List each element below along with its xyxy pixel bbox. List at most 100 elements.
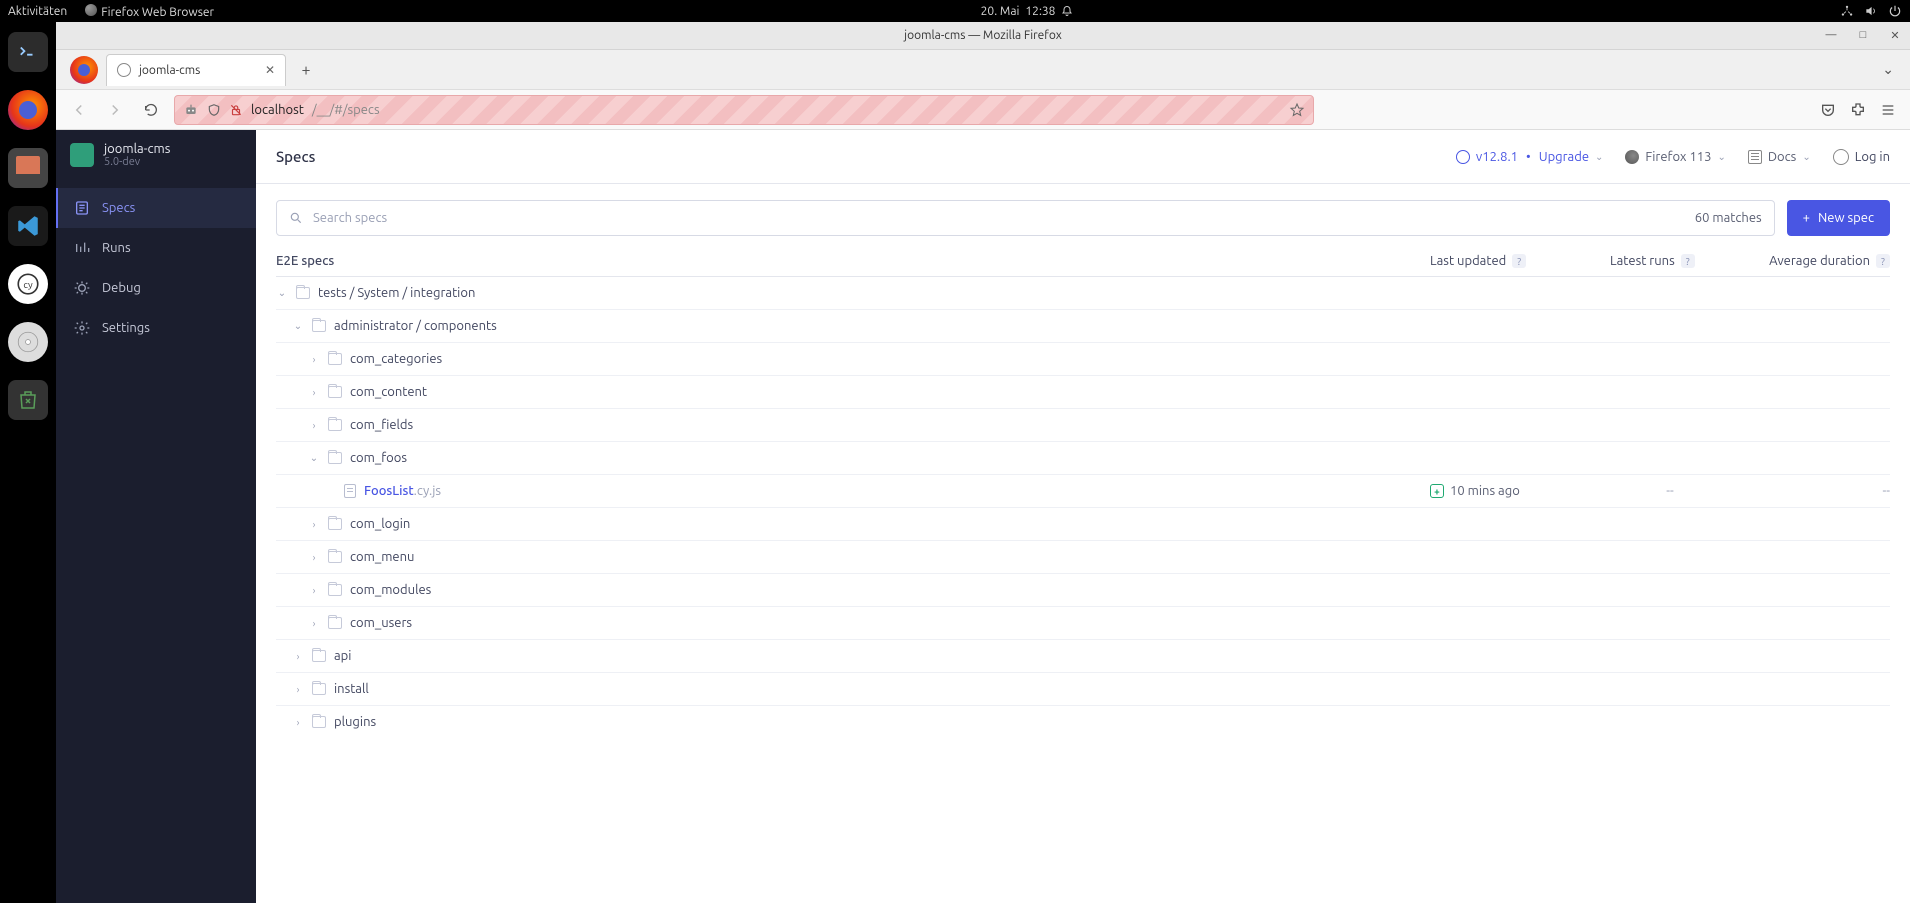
chevron-right-icon: › [292,651,304,662]
dock-firefox[interactable] [8,90,48,130]
window-close[interactable]: ✕ [1886,29,1904,42]
user-icon [1833,149,1849,165]
specs-icon [74,200,90,216]
sidebar-label: Settings [102,321,150,335]
window-titlebar: joomla-cms — Mozilla Firefox — □ ✕ [56,22,1910,50]
firefox-window: joomla-cms — Mozilla Firefox — □ ✕ jooml… [56,22,1910,903]
tree-folder[interactable]: ›com_content [276,375,1890,408]
dock-cypress[interactable]: cy [8,264,48,304]
browser-tab[interactable]: joomla-cms ✕ [106,54,286,86]
folder-icon [328,617,342,629]
docs-button[interactable]: Docs ⌄ [1748,150,1811,164]
debug-icon [74,280,90,296]
topbar-date[interactable]: 20. Mai [981,5,1020,18]
tree-folder[interactable]: ›plugins [276,705,1890,738]
sidebar-item-runs[interactable]: Runs [56,228,256,268]
browser-selector[interactable]: Firefox 113 ⌄ [1625,150,1725,164]
login-button[interactable]: Log in [1833,149,1890,165]
chevron-right-icon: › [308,354,320,365]
folder-icon [312,716,326,728]
folder-icon [328,353,342,365]
sidebar-item-settings[interactable]: Settings [56,308,256,348]
forward-button[interactable] [102,97,128,123]
dock-disc[interactable] [8,322,48,362]
insecure-lock-icon[interactable] [229,102,243,118]
folder-icon [312,320,326,332]
tree-folder[interactable]: ⌄com_foos [276,441,1890,474]
new-spec-button[interactable]: + New spec [1787,200,1890,236]
volume-icon[interactable] [1864,4,1878,18]
project-icon [70,143,94,167]
chevron-right-icon: › [308,420,320,431]
tree-folder[interactable]: ⌄tests / System / integration [276,276,1890,309]
project-header[interactable]: joomla-cms 5.0-dev [56,130,256,180]
tree-folder[interactable]: ›api [276,639,1890,672]
topbar-app[interactable]: Firefox Web Browser [85,4,214,19]
tree-folder[interactable]: ›com_categories [276,342,1890,375]
tree-folder[interactable]: ⌄administrator / components [276,309,1890,342]
chevron-right-icon: › [308,519,320,530]
gnome-topbar: Aktivitäten Firefox Web Browser 20. Mai … [0,0,1910,22]
folder-icon [328,584,342,596]
dock-vscode[interactable] [8,206,48,246]
chevron-down-icon: ⌄ [292,320,304,332]
dock-trash[interactable] [8,380,48,420]
tree-spec-file[interactable]: FoosList.cy.js +10 mins ago -- -- [276,474,1890,507]
robot-icon [183,102,199,118]
chevron-down-icon: ⌄ [308,452,320,464]
col-duration: Average duration? [1730,254,1890,268]
col-specs: E2E specs [276,254,1430,268]
bookmark-star-icon[interactable] [1289,102,1305,118]
cypress-icon [1456,150,1470,164]
tree-folder[interactable]: ›com_menu [276,540,1890,573]
version-button[interactable]: v12.8.1 • Upgrade ⌄ [1456,150,1604,164]
dock-terminal[interactable] [8,32,48,72]
dock-files[interactable] [8,148,48,188]
search-input[interactable]: Search specs 60 matches [276,200,1775,236]
extensions-icon[interactable] [1850,102,1866,118]
power-icon[interactable] [1888,4,1902,18]
window-maximize[interactable]: □ [1854,29,1872,42]
tree-folder[interactable]: ›com_fields [276,408,1890,441]
firefox-icon [1625,150,1639,164]
reload-button[interactable] [138,97,164,123]
tree-folder[interactable]: ›install [276,672,1890,705]
new-tab-button[interactable]: + [292,56,320,84]
tab-title: joomla-cms [139,64,200,77]
book-icon [1748,150,1762,164]
added-icon: + [1430,484,1444,498]
version-text: v12.8.1 [1476,150,1518,164]
page-header: Specs v12.8.1 • Upgrade ⌄ Firefox 113 ⌄ [256,130,1910,184]
help-icon[interactable]: ? [1681,254,1695,268]
window-minimize[interactable]: — [1822,29,1840,42]
upgrade-link: Upgrade [1539,150,1589,164]
tree-folder[interactable]: ›com_login [276,507,1890,540]
sidebar-label: Debug [102,281,141,295]
chevron-down-icon: ⌄ [1717,151,1725,163]
sidebar-item-specs[interactable]: Specs [56,188,256,228]
help-icon[interactable]: ? [1876,254,1890,268]
col-runs: Latest runs? [1610,254,1730,268]
app-menu-icon[interactable] [1880,102,1896,118]
sidebar-label: Runs [102,241,131,255]
tabs-dropdown-icon[interactable]: ⌄ [1872,61,1904,78]
tracking-shield-icon[interactable] [207,102,221,118]
sidebar-item-debug[interactable]: Debug [56,268,256,308]
activities-button[interactable]: Aktivitäten [8,5,67,18]
chevron-down-icon: ⌄ [276,287,288,299]
sidebar-label: Specs [102,201,135,215]
tab-strip: joomla-cms ✕ + ⌄ [56,50,1910,90]
folder-icon [328,518,342,530]
firefox-icon [85,4,97,16]
tree-folder[interactable]: ›com_modules [276,573,1890,606]
pocket-icon[interactable] [1820,102,1836,118]
tab-close-icon[interactable]: ✕ [265,63,275,77]
help-icon[interactable]: ? [1512,254,1526,268]
folder-icon [312,650,326,662]
back-button[interactable] [66,97,92,123]
url-bar[interactable]: localhost/__/#/specs [174,95,1314,125]
file-icon [344,484,356,498]
notifications-icon[interactable] [1061,5,1073,17]
network-icon[interactable] [1840,4,1854,18]
tree-folder[interactable]: ›com_users [276,606,1890,639]
